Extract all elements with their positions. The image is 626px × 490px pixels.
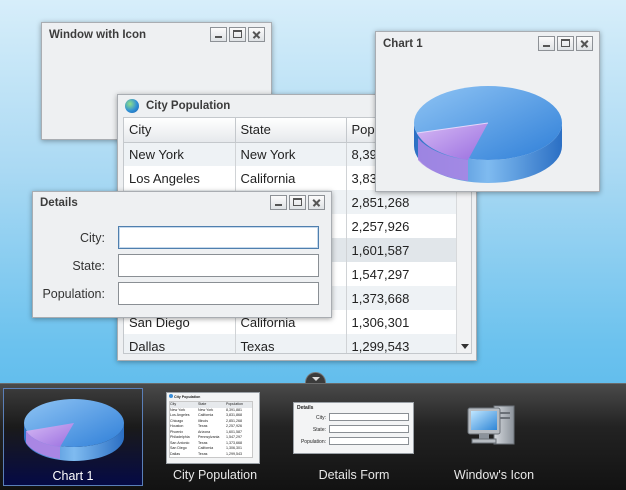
taskbar: Chart 1 City Population City State Popul… bbox=[0, 383, 626, 490]
form-row-city: City: bbox=[33, 226, 319, 249]
thumbnail-field bbox=[329, 437, 409, 445]
cell-population: 1,601,587 bbox=[346, 238, 471, 262]
maximize-button[interactable] bbox=[557, 36, 574, 51]
globe-icon bbox=[125, 99, 139, 113]
city-input[interactable] bbox=[118, 226, 319, 249]
cell-city: New York bbox=[124, 142, 236, 166]
close-button[interactable] bbox=[576, 36, 593, 51]
form-row-population: Population: bbox=[33, 282, 319, 305]
thumbnail-field bbox=[329, 425, 409, 433]
taskbar-item-city-population[interactable]: City Population City State Population Ne… bbox=[145, 388, 285, 486]
details-window[interactable]: Details City: State: Population: bbox=[32, 191, 332, 318]
cell-state: California bbox=[235, 166, 347, 190]
chart-thumbnail bbox=[24, 399, 124, 461]
scroll-down-icon[interactable] bbox=[461, 344, 469, 349]
thumbnail-label: City: bbox=[316, 415, 326, 421]
thumbnail-cell: 1,299,543 bbox=[226, 451, 242, 456]
state-input[interactable] bbox=[118, 254, 319, 277]
thumbnail-cell: Dallas bbox=[170, 451, 180, 456]
state-label: State: bbox=[72, 258, 105, 273]
cell-population: 1,547,297 bbox=[346, 262, 471, 286]
column-header-state[interactable]: State bbox=[235, 118, 347, 143]
taskbar-item-chart[interactable]: Chart 1 bbox=[3, 388, 143, 486]
close-button[interactable] bbox=[248, 27, 265, 42]
cell-population: 1,306,301 bbox=[346, 310, 471, 334]
cell-population: 1,299,543 bbox=[346, 334, 471, 353]
minimize-button[interactable] bbox=[270, 195, 287, 210]
thumbnail-title: City Population bbox=[174, 395, 201, 399]
cell-population: 2,851,268 bbox=[346, 190, 471, 214]
taskbar-item-windows-icon[interactable]: Window's Icon bbox=[424, 388, 564, 486]
thumbnail-title: Details bbox=[297, 405, 314, 411]
taskbar-item-label: Window's Icon bbox=[453, 468, 535, 482]
pie-chart bbox=[414, 86, 562, 183]
maximize-button[interactable] bbox=[289, 195, 306, 210]
cell-city: Dallas bbox=[124, 334, 236, 353]
taskbar-item-details-form[interactable]: Details City: State: Population: Details… bbox=[284, 388, 424, 486]
globe-icon bbox=[169, 394, 173, 398]
city-population-thumbnail: City Population City State Population Ne… bbox=[166, 392, 260, 464]
thumbnail-cell: Texas bbox=[198, 451, 208, 456]
cell-population: 1,373,668 bbox=[346, 286, 471, 310]
table-row[interactable]: Dallas Texas 1,299,543 bbox=[124, 334, 471, 353]
city-label: City: bbox=[80, 230, 105, 245]
chart-window[interactable]: Chart 1 bbox=[375, 31, 600, 192]
taskbar-item-label: City Population bbox=[172, 468, 258, 482]
minimize-button[interactable] bbox=[210, 27, 227, 42]
cell-city: Los Angeles bbox=[124, 166, 236, 190]
details-thumbnail: Details City: State: Population: bbox=[293, 402, 414, 454]
column-header-city[interactable]: City bbox=[124, 118, 236, 143]
minimize-button[interactable] bbox=[538, 36, 555, 51]
taskbar-item-label: Details Form bbox=[318, 468, 390, 482]
thumbnail-field bbox=[329, 413, 409, 421]
population-input[interactable] bbox=[118, 282, 319, 305]
cell-state: New York bbox=[235, 142, 347, 166]
cell-population: 2,257,926 bbox=[346, 214, 471, 238]
close-button[interactable] bbox=[308, 195, 325, 210]
maximize-button[interactable] bbox=[229, 27, 246, 42]
taskbar-item-label: Chart 1 bbox=[52, 469, 94, 483]
cell-state: Texas bbox=[235, 334, 347, 353]
thumbnail-label: Population: bbox=[300, 439, 326, 445]
thumbnail-label: State: bbox=[312, 427, 326, 433]
population-label: Population: bbox=[42, 286, 105, 301]
form-row-state: State: bbox=[33, 254, 319, 277]
computer-icon bbox=[467, 405, 515, 445]
